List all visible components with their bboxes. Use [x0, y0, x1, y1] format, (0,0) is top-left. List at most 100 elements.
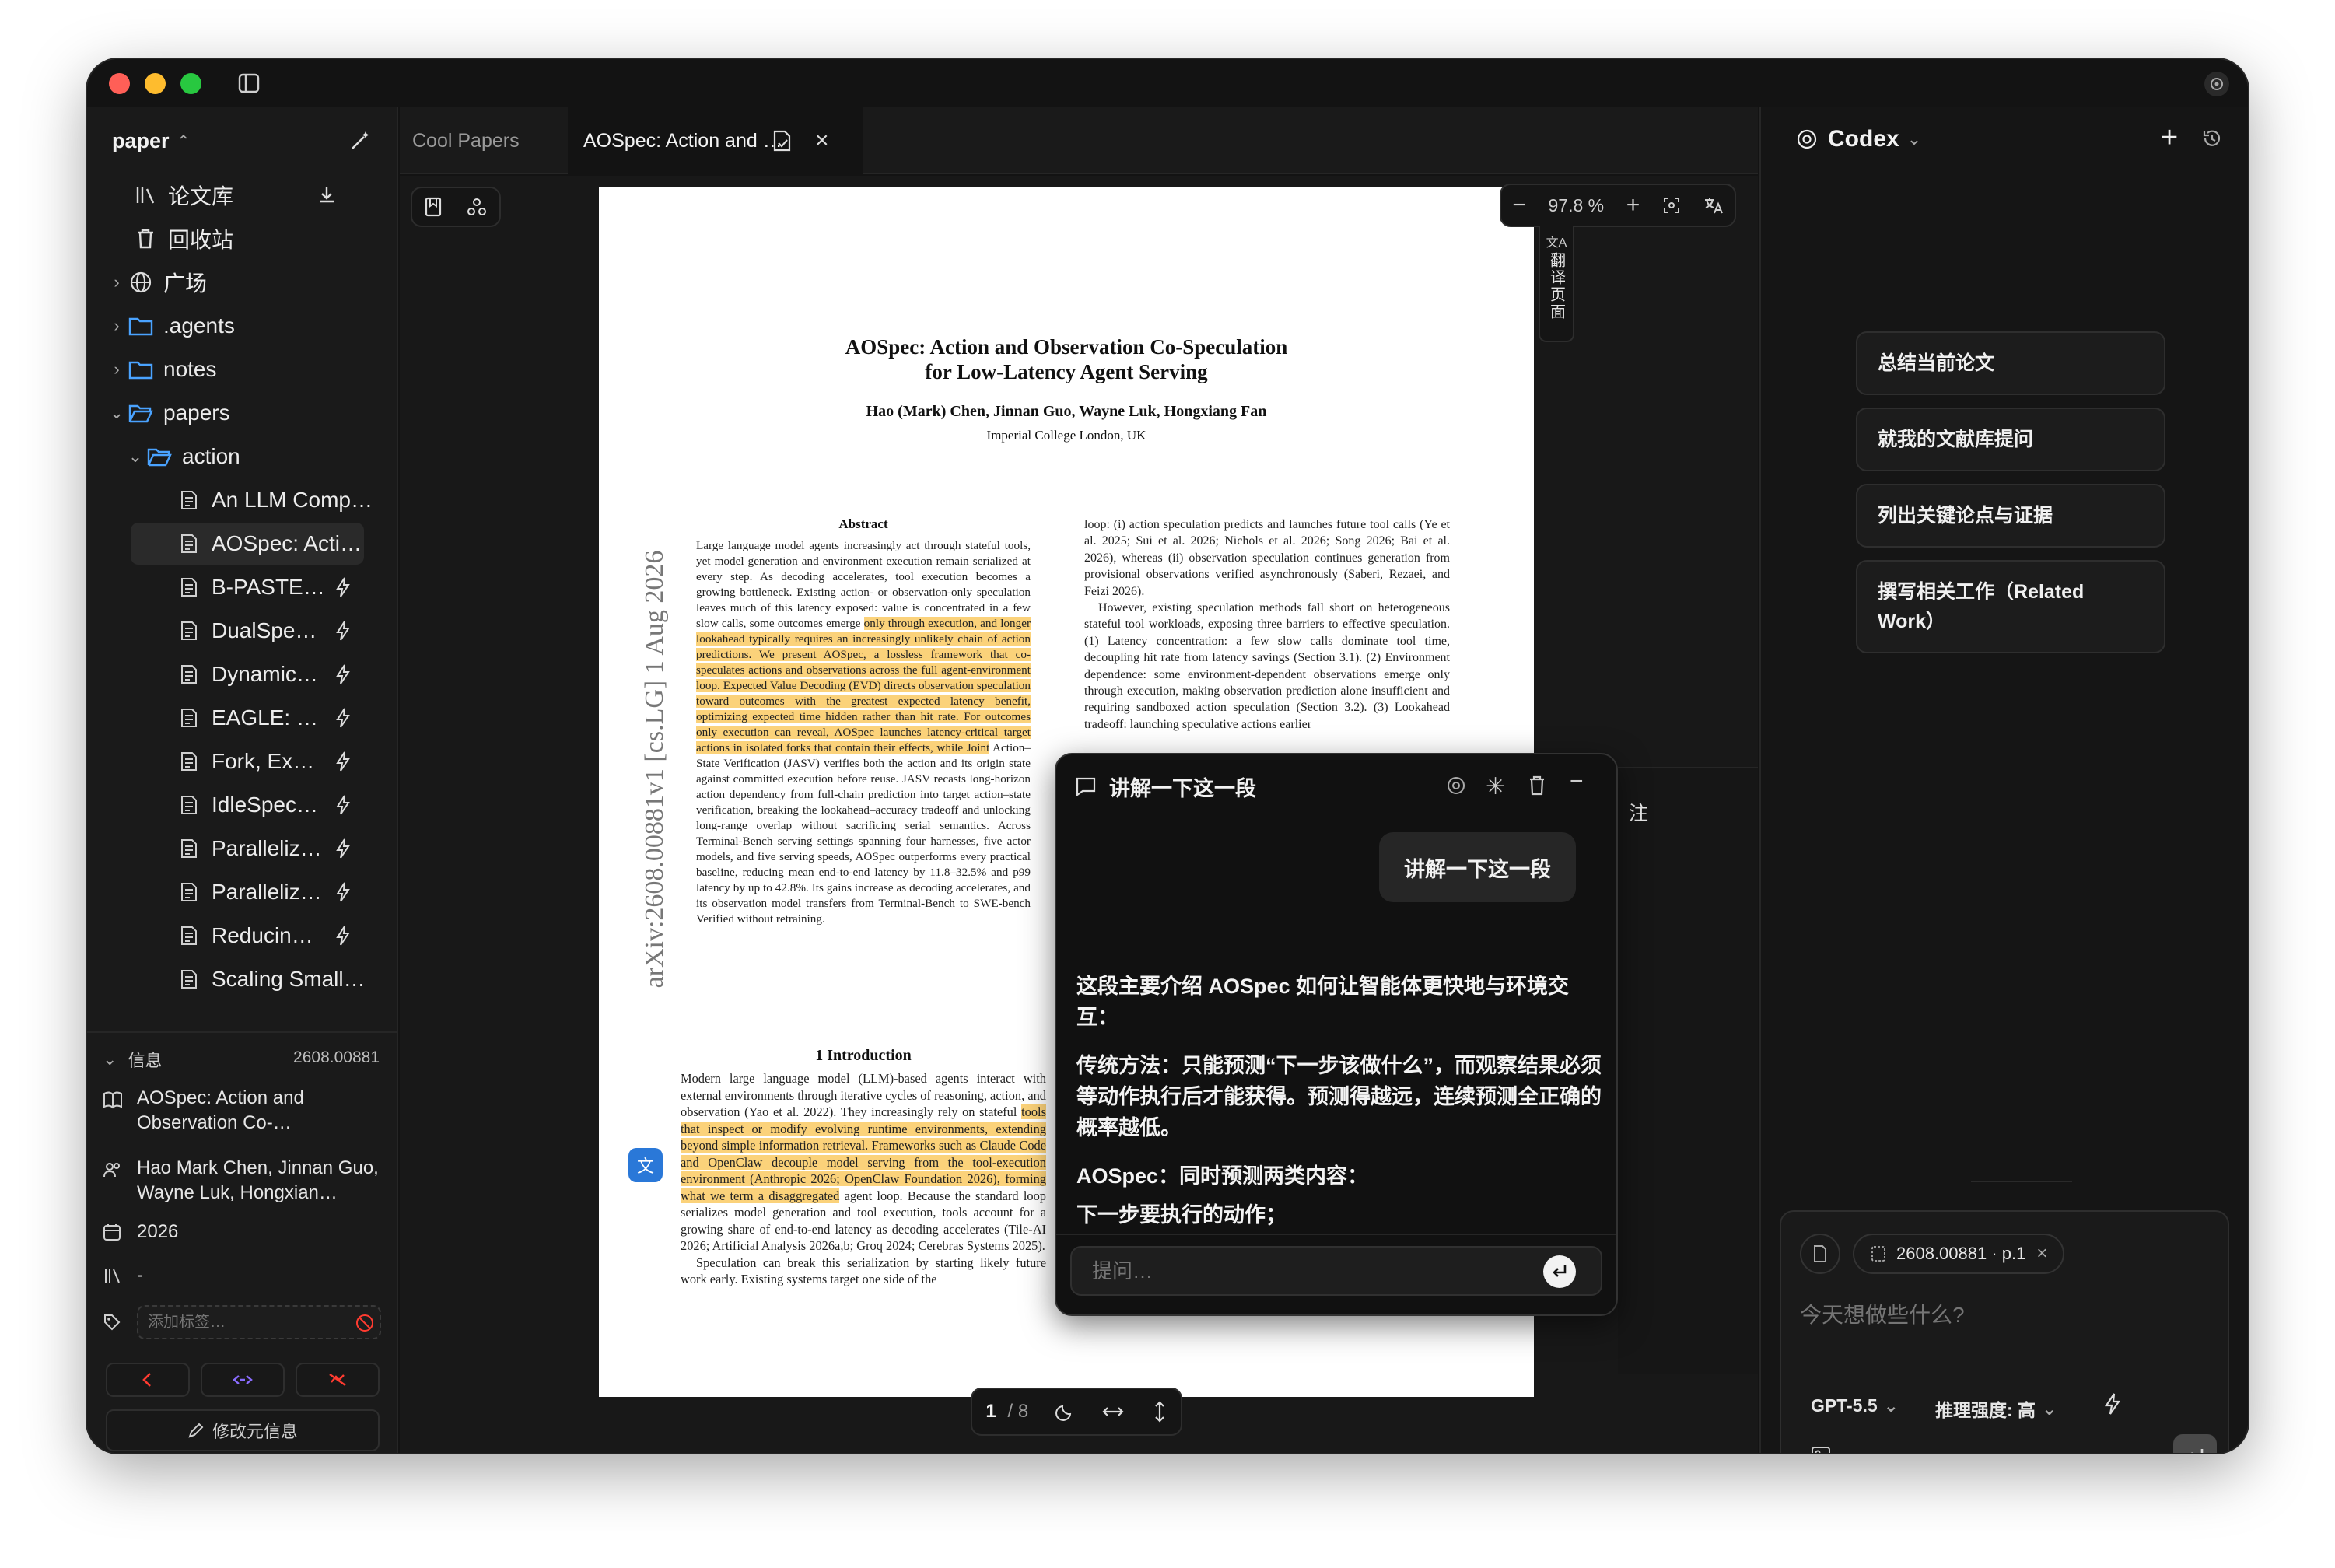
image-icon[interactable] — [1811, 1445, 1831, 1453]
paper-authors[interactable]: Hao Mark Chen, Jinnan Guo, Wayne Luk, Ho… — [137, 1156, 386, 1206]
tab-cool-papers[interactable]: Cool Papers — [412, 107, 568, 174]
fit-width-icon[interactable] — [1101, 1404, 1125, 1419]
lightning-icon[interactable] — [334, 838, 352, 859]
chevron-right-icon[interactable]: › — [107, 359, 126, 380]
codex-selector[interactable]: Codex ⌄ — [1795, 126, 1921, 152]
sidebar-item-papers[interactable]: ⌄ papers — [107, 392, 230, 434]
close-tab-icon[interactable]: × — [815, 128, 829, 154]
fit-page-icon[interactable] — [1662, 196, 1681, 215]
new-chat-button[interactable]: + — [2161, 121, 2178, 155]
sidebar-item-document[interactable]: Dynamic… — [131, 653, 383, 695]
sidebar-item-document[interactable]: Paralleliz… — [131, 828, 383, 870]
zoom-in-button[interactable]: + — [1626, 192, 1640, 219]
reasoning-selector[interactable]: 推理强度: 高 ⌄ — [1935, 1395, 2057, 1422]
fit-height-icon[interactable] — [1152, 1400, 1168, 1423]
sidebar-item-agents[interactable]: › .agents — [107, 305, 235, 347]
no-tag-icon[interactable] — [355, 1313, 375, 1333]
tab-aospec[interactable]: AOSpec: Action and … × — [568, 107, 863, 174]
split-view-icon[interactable] — [772, 129, 793, 152]
dark-mode-icon[interactable] — [1055, 1402, 1074, 1421]
sidebar-item-document[interactable]: Reducin… — [131, 915, 383, 957]
lightning-icon[interactable] — [334, 925, 352, 947]
ask-input[interactable] — [1070, 1246, 1602, 1296]
sidebar-item-document[interactable]: Scaling Small… — [131, 958, 383, 1000]
sidebar-item-document[interactable]: IdleSpec… — [131, 784, 383, 826]
suggestion-related-work[interactable]: 撰写相关工作（Related Work） — [1856, 560, 2165, 653]
sidebar-item-document[interactable]: An LLM Comp… — [131, 479, 383, 521]
chevron-down-icon[interactable]: ⌄ — [126, 446, 145, 467]
page-number-input[interactable]: 1 — [985, 1401, 996, 1423]
remove-attachment-icon[interactable]: × — [2036, 1243, 2047, 1265]
codex-prompt-input[interactable] — [1800, 1296, 2212, 1335]
folder-icon — [126, 359, 156, 380]
sidebar-item-plaza[interactable]: › 广场 — [107, 261, 207, 303]
lightning-icon[interactable] — [334, 794, 352, 816]
paper-year[interactable]: 2026 — [137, 1220, 178, 1244]
chevron-right-icon[interactable]: › — [107, 316, 126, 336]
history-icon[interactable] — [2201, 128, 2223, 149]
lightning-icon[interactable] — [334, 620, 352, 642]
lightning-icon[interactable] — [334, 663, 352, 685]
calendar-icon — [103, 1223, 137, 1241]
sidebar-item-document[interactable]: B-PASTE… — [131, 566, 383, 608]
zoom-level[interactable]: 97.8 % — [1549, 195, 1605, 216]
minimize-window-button[interactable] — [145, 73, 166, 94]
sidebar-item-trash[interactable]: 回收站 — [131, 218, 233, 260]
model-selector[interactable]: GPT-5.5 ⌄ — [1811, 1395, 1899, 1416]
sidebar-item-label: DualSpe… — [212, 618, 317, 642]
lightning-icon[interactable] — [334, 576, 352, 598]
lightning-icon[interactable] — [334, 707, 352, 729]
translate-icon[interactable] — [1703, 196, 1724, 215]
lightning-icon[interactable] — [2103, 1392, 2122, 1416]
sidebar-item-document[interactable]: Fork, Ex… — [131, 740, 383, 782]
submit-button[interactable] — [2173, 1434, 2217, 1453]
page-count: / 8 — [1007, 1401, 1029, 1422]
attachment-chip[interactable]: 2608.00881 · p.1 × — [1853, 1234, 2065, 1274]
info-year-row: 2026 — [103, 1220, 178, 1244]
abstract-body[interactable]: Large language model agents increasingly… — [696, 538, 1031, 927]
sidebar-item-action[interactable]: ⌄ action — [126, 436, 240, 478]
minimize-popup-button[interactable]: − — [1570, 768, 1584, 795]
sidebar-item-notes[interactable]: › notes — [107, 348, 216, 390]
zoom-window-button[interactable] — [180, 73, 201, 94]
workspace-selector[interactable]: paper ⌃ — [112, 129, 190, 153]
chevron-right-icon[interactable]: › — [107, 272, 126, 292]
unlink-button[interactable] — [296, 1363, 380, 1397]
sidebar-toggle-icon[interactable] — [238, 73, 260, 93]
send-button[interactable] — [1543, 1255, 1576, 1288]
close-window-button[interactable] — [109, 73, 130, 94]
edit-metadata-button[interactable]: 修改元信息 — [106, 1409, 380, 1451]
attach-document-icon[interactable] — [1800, 1234, 1840, 1274]
openai-icon[interactable] — [2204, 72, 2229, 96]
sidebar-item-document[interactable]: AOSpec: Acti… — [131, 523, 364, 565]
paper-title[interactable]: AOSpec: Action and Observation Co-… — [137, 1086, 386, 1136]
zoom-out-button[interactable]: − — [1512, 192, 1526, 219]
download-icon[interactable] — [316, 184, 338, 206]
graph-icon[interactable] — [466, 196, 488, 218]
sidebar-item-document[interactable]: Paralleliz… — [131, 871, 383, 913]
suggestion-key-claims[interactable]: 列出关键论点与证据 — [1856, 484, 2165, 548]
intro-body[interactable]: Modern large language model (LLM)-based … — [681, 1070, 1046, 1288]
lightning-icon[interactable] — [334, 751, 352, 772]
trash-icon[interactable] — [1528, 775, 1546, 796]
paper-venue[interactable]: - — [137, 1263, 143, 1288]
info-header[interactable]: ⌄ 信息 — [103, 1047, 162, 1072]
lightning-icon[interactable] — [334, 881, 352, 903]
translate-page-button[interactable]: 文A 翻译页面 — [1539, 226, 1574, 342]
sparkle-icon[interactable]: ✳ — [1486, 773, 1505, 800]
tag-input[interactable] — [137, 1305, 381, 1339]
link-button[interactable] — [201, 1363, 285, 1397]
bookmark-list-icon[interactable] — [424, 197, 443, 217]
suggestion-summarize[interactable]: 总结当前论文 — [1856, 331, 2165, 395]
sidebar-item-library[interactable]: 论文库 — [131, 174, 334, 216]
translate-paragraph-icon[interactable]: 文 — [628, 1148, 663, 1182]
document-icon — [174, 533, 204, 555]
mark-red-button[interactable] — [106, 1363, 190, 1397]
chevron-down-icon[interactable]: ⌄ — [107, 403, 126, 423]
right-column[interactable]: loop: (i) action speculation predicts an… — [1084, 516, 1450, 733]
magic-wand-icon[interactable] — [348, 129, 372, 152]
sidebar-item-document[interactable]: EAGLE: … — [131, 697, 383, 739]
sidebar-item-document[interactable]: DualSpe… — [131, 610, 383, 652]
openai-icon[interactable] — [1445, 775, 1467, 796]
suggestion-ask-library[interactable]: 就我的文献库提问 — [1856, 408, 2165, 471]
